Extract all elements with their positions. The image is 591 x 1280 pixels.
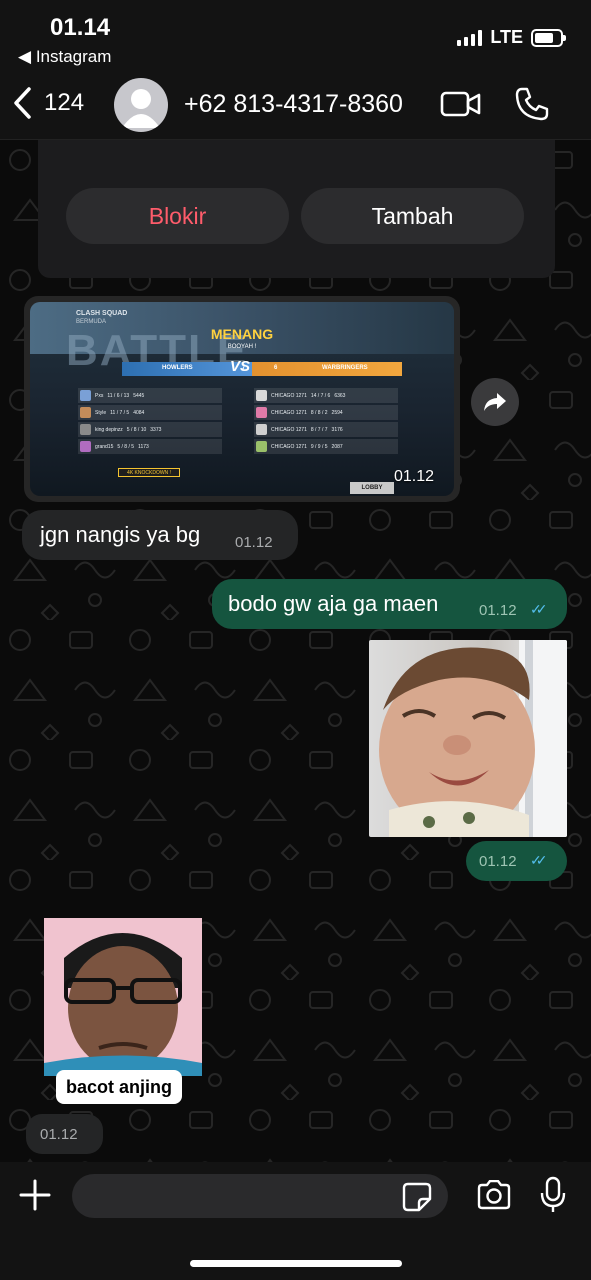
video-call-button[interactable] xyxy=(440,90,482,123)
signal-icon xyxy=(457,29,483,46)
outgoing-sticker-image[interactable] xyxy=(369,640,567,837)
plus-icon xyxy=(19,1179,51,1211)
knockdown-tag: 4K KNOCKDOWN ! xyxy=(118,468,180,477)
player-row: CHICAGO 1271 8 / 8 / 2 2594 xyxy=(254,405,398,420)
block-button[interactable]: Blokir xyxy=(66,188,289,244)
battery-icon xyxy=(531,28,566,47)
game-map: BERMUDA xyxy=(76,319,107,325)
battery-fill xyxy=(535,32,553,43)
game-subtitle: BOOYAH ! xyxy=(227,344,257,350)
player-row: CHICAGO 1271 9 / 9 / 5 2087 xyxy=(254,439,398,454)
message-time: 01.12 xyxy=(235,534,273,551)
team-right-name: WARBRINGERS xyxy=(322,365,368,371)
player-row: grand15 5 / 8 / 5 1173 xyxy=(78,439,222,454)
avatar-icon xyxy=(122,89,160,128)
attach-button[interactable] xyxy=(18,1178,52,1217)
forward-button[interactable] xyxy=(471,378,519,426)
message-time: 01.12 xyxy=(394,468,435,485)
player-row: CHICAGO 1271 8 / 7 / 7 3176 xyxy=(254,422,398,437)
status-bar: 01.14 ◀ Instagram LTE xyxy=(0,0,591,70)
message-time: 01.12 xyxy=(479,853,517,870)
read-ticks-icon: ✓✓ xyxy=(530,601,548,617)
game-result: MENANG xyxy=(210,326,274,342)
player-row: king depinzz 5 / 8 / 10 3373 xyxy=(78,422,222,437)
lobby-label: LOBBY xyxy=(350,482,394,494)
back-triangle-icon: ◀ xyxy=(18,47,32,66)
sticker-button[interactable] xyxy=(402,1182,432,1217)
incoming-image-message[interactable]: BATTLE CLASH SQUAD BERMUDA MENANG BOOYAH… xyxy=(24,296,460,502)
message-text: jgn nangis ya bg xyxy=(40,522,201,547)
sticker-caption: bacot anjing xyxy=(56,1070,183,1104)
home-indicator[interactable] xyxy=(190,1260,402,1267)
avatar[interactable] xyxy=(114,78,168,132)
outgoing-text-message[interactable]: bodo gw aja ga maen 01.12 ✓✓ xyxy=(212,579,567,629)
player-row: Style 11 / 7 / 5 4084 xyxy=(78,405,222,420)
network-type: LTE xyxy=(490,27,523,47)
contact-name[interactable]: +62 813-4317-8360 xyxy=(184,90,403,119)
forward-icon xyxy=(484,393,506,411)
baby-face-illustration xyxy=(379,640,567,837)
message-text: bodo gw aja ga maen xyxy=(228,591,439,616)
add-contact-button[interactable]: Tambah xyxy=(301,188,524,244)
back-button[interactable]: 124 xyxy=(12,86,84,120)
incoming-sticker-image[interactable] xyxy=(44,918,202,1076)
game-screenshot-image: BATTLE CLASH SQUAD BERMUDA MENANG BOOYAH… xyxy=(30,302,454,496)
versus-label: VS xyxy=(230,358,251,375)
read-ticks-icon: ✓✓ xyxy=(530,852,548,868)
voice-note-button[interactable] xyxy=(540,1176,566,1219)
game-mode: CLASH SQUAD xyxy=(76,310,128,317)
sticker-icon xyxy=(402,1182,432,1212)
message-time: 01.12 xyxy=(40,1126,78,1143)
team-right-bar: 6 WARBRINGERS xyxy=(252,362,402,376)
player-row: Pxs 11 / 6 / 13 5445 xyxy=(78,388,222,403)
player-row: CHICAGO 1271 14 / 7 / 6 6363 xyxy=(254,388,398,403)
back-to-app-link[interactable]: ◀ Instagram xyxy=(18,47,111,67)
right-team-rows: CHICAGO 1271 14 / 7 / 6 6363 CHICAGO 1271 8… xyxy=(254,388,398,456)
status-time: 01.14 xyxy=(50,14,111,41)
composer-bar xyxy=(0,1162,591,1280)
team-left-name: HOWLERS xyxy=(162,365,193,371)
outgoing-image-timestamp: 01.12 ✓✓ xyxy=(466,841,567,881)
unread-count: 124 xyxy=(44,89,85,116)
phone-icon xyxy=(515,87,549,121)
video-call-icon xyxy=(440,91,481,117)
message-input[interactable] xyxy=(72,1174,448,1218)
incoming-sticker-timestamp: 01.12 xyxy=(26,1114,103,1154)
unknown-contact-card: Blokir Tambah xyxy=(38,140,555,278)
voice-call-button[interactable] xyxy=(514,86,550,127)
chat-header: 124 +62 813-4317-8360 xyxy=(0,70,591,140)
left-team-rows: Pxs 11 / 6 / 13 5445 Style 11 / 7 / 5 4084 k… xyxy=(78,388,222,456)
incoming-text-message[interactable]: jgn nangis ya bg 01.12 xyxy=(22,510,298,560)
boy-photo-illustration xyxy=(44,918,202,1076)
chat-area[interactable]: Blokir Tambah BATTLE CLASH SQUAD BERMUDA… xyxy=(0,140,591,1162)
back-chevron-icon xyxy=(14,87,31,119)
mic-icon xyxy=(540,1176,566,1212)
back-app-label: Instagram xyxy=(35,47,112,66)
message-time: 01.12 xyxy=(479,602,517,619)
camera-icon xyxy=(477,1179,511,1210)
team-right-score: 6 xyxy=(274,365,278,371)
camera-button[interactable] xyxy=(476,1179,512,1215)
status-indicators: LTE xyxy=(457,27,566,48)
